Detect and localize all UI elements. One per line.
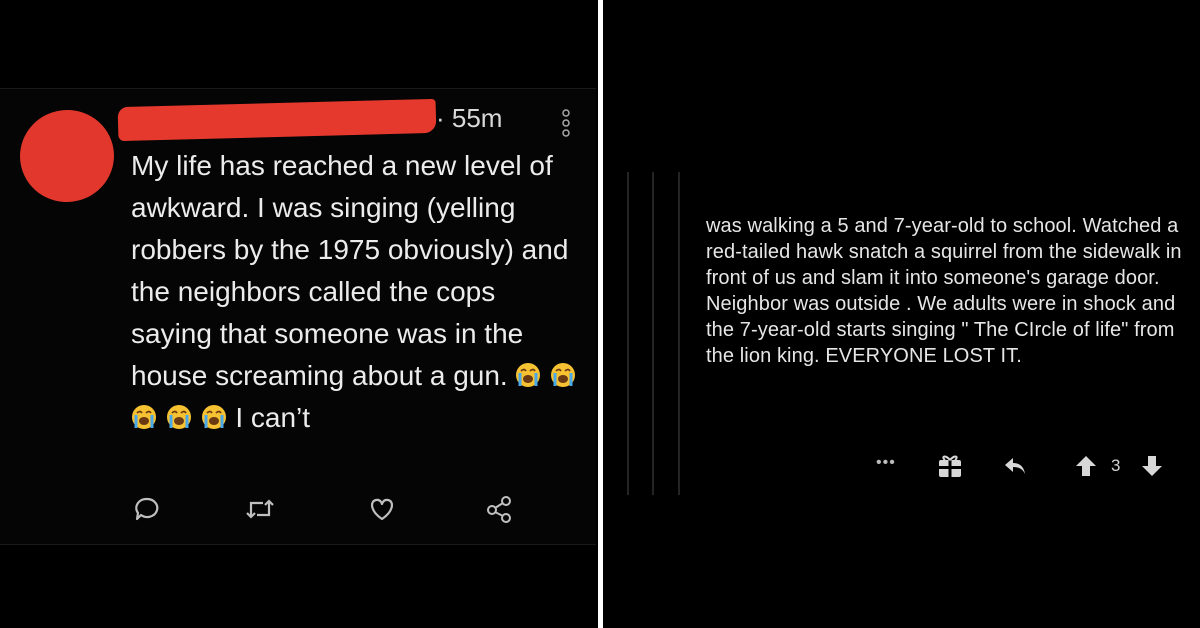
comment-panel: was walking a 5 and 7-year-old to school… [603, 0, 1200, 628]
more-options-button[interactable]: ••• [876, 454, 896, 472]
comment-actions: ••• 3 [603, 450, 1200, 480]
loudly-crying-face-icon [516, 363, 541, 387]
loudly-crying-face-icon [551, 363, 576, 387]
share-icon[interactable] [485, 495, 513, 523]
vote-count: 3 [1111, 456, 1121, 475]
loudly-crying-face-icon [132, 405, 156, 429]
tweet-body: My life has reached a new level of awkwa… [131, 145, 583, 439]
tweet-text: My life has reached a new level of awkwa… [131, 150, 569, 391]
tweet-timestamp: · 55m [436, 103, 503, 133]
vertical-more-icon[interactable] [560, 108, 572, 138]
retweet-icon[interactable] [245, 495, 275, 523]
tweet-text-end: I can’t [235, 402, 311, 433]
award-icon[interactable] [937, 454, 963, 478]
upvote-icon[interactable] [1075, 454, 1097, 478]
reply-icon[interactable] [133, 495, 161, 523]
loudly-crying-face-icon [201, 405, 226, 429]
downvote-icon[interactable] [1141, 454, 1163, 478]
tweet-actions [0, 495, 596, 531]
loudly-crying-face-icon [166, 405, 191, 429]
reply-icon[interactable] [1003, 456, 1027, 476]
thread-line[interactable] [627, 172, 629, 495]
thread-line[interactable] [652, 172, 654, 495]
comment-body: was walking a 5 and 7-year-old to school… [706, 215, 1182, 367]
like-icon[interactable] [368, 495, 396, 523]
thread-line[interactable] [678, 172, 680, 495]
tweet-panel: · 55m My life has reached a new level of… [0, 0, 598, 628]
